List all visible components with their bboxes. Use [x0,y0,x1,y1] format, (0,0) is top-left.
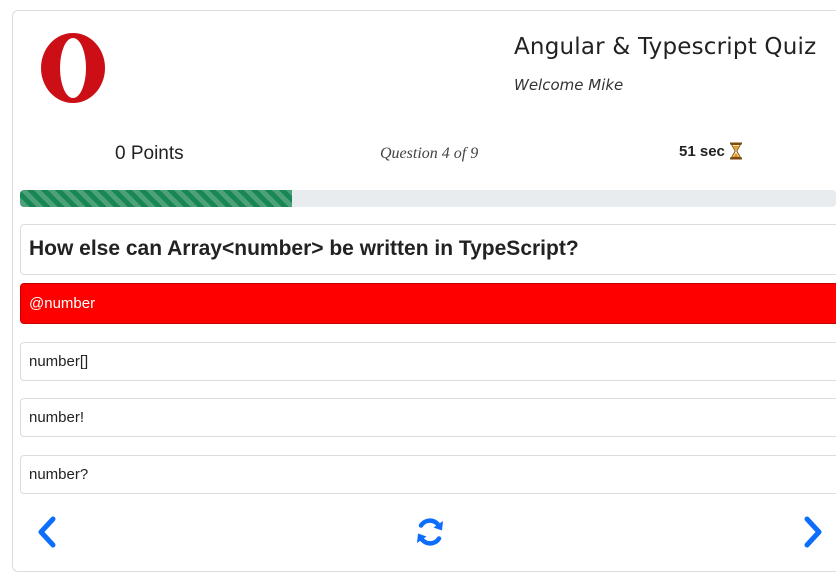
opera-logo-icon [38,30,108,106]
answer-option-label: number? [29,466,89,483]
answer-option[interactable]: @number [20,283,836,324]
question-text: How else can Array<number> be written in… [29,237,579,260]
refresh-icon [417,518,443,546]
quiz-title: Angular & Typescript Quiz [514,34,817,60]
chevron-right-icon [804,516,822,548]
hourglass-icon [729,142,743,160]
question-progress: Question 4 of 9 [380,145,479,162]
restart-button[interactable] [413,514,447,550]
answer-option[interactable]: number? [20,455,836,494]
timer: 51 sec [679,142,743,160]
timer-text: 51 sec [679,142,725,160]
answer-option-label: number! [29,409,85,426]
next-button[interactable] [798,514,828,550]
chevron-left-icon [38,516,56,548]
answer-option[interactable]: number[] [20,342,836,381]
answer-option-label: number[] [29,353,89,370]
progress-bar-fill [20,190,292,207]
previous-button[interactable] [32,514,62,550]
answer-option[interactable]: number! [20,398,836,437]
progress-bar [20,190,836,207]
answer-option-label: @number [29,295,96,312]
question-card: How else can Array<number> be written in… [20,224,836,275]
welcome-message: Welcome Mike [514,76,624,94]
points-counter: 0 Points [115,143,184,164]
